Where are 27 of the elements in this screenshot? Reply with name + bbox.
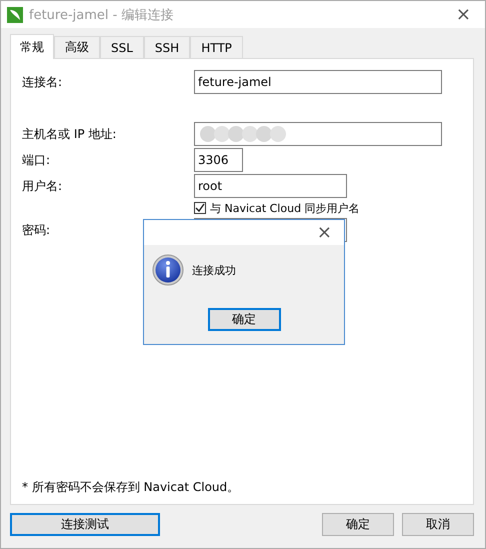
input-field[interactable]: feture-jamel [194, 70, 442, 94]
close-button[interactable]: × [450, 4, 477, 25]
test-connection-button[interactable]: 连接测试 [10, 513, 160, 536]
close-button[interactable]: × [310, 222, 338, 243]
tab[interactable]: HTTP [190, 36, 243, 58]
checkbox-label: 与 Navicat Cloud 同步用户名 [210, 200, 360, 216]
info-icon [152, 254, 184, 286]
field-label: 连接名: [22, 74, 64, 90]
ok-button[interactable]: 确定 [208, 308, 280, 331]
checkbox[interactable] [194, 202, 206, 214]
tab[interactable]: SSH [144, 36, 190, 58]
message-text: 连接成功 [192, 262, 236, 278]
input-field[interactable]: 3306 [194, 148, 243, 172]
input-field[interactable] [194, 122, 442, 146]
input-field[interactable]: root [194, 174, 347, 198]
window-title: feture-jamel - 编辑连接 [29, 6, 174, 24]
tab[interactable]: 高级 [54, 36, 100, 58]
cancel-button[interactable]: 取消 [402, 513, 474, 536]
ok-button[interactable]: 确定 [322, 513, 394, 536]
field-label: 端口: [22, 152, 52, 168]
field-label: 用户名: [22, 178, 64, 194]
field-label: 主机名或 IP 地址: [22, 126, 118, 142]
tab[interactable]: SSL [100, 36, 144, 58]
field-label: 密码: [22, 222, 52, 238]
footnote-text: * 所有密码不会保存到 Navicat Cloud。 [22, 479, 240, 496]
tab[interactable]: 常规 [10, 34, 54, 59]
leaf-logo-icon [7, 6, 23, 22]
